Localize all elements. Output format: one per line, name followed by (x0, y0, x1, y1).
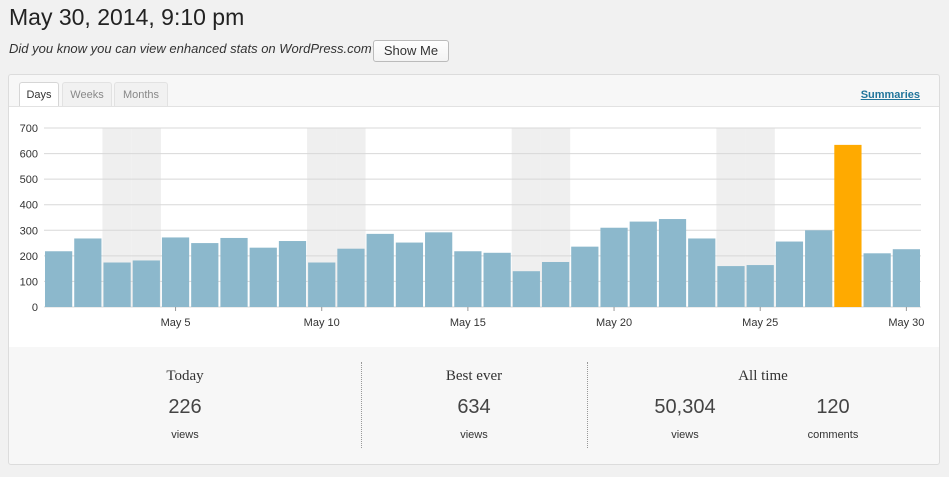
stats-summary: Today 226 views Best ever 634 views All … (9, 347, 939, 465)
today-unit: views (171, 429, 199, 441)
today-stat: Today 226 views (9, 347, 361, 465)
view-bar (278, 241, 307, 307)
y-tick-label: 700 (20, 123, 38, 135)
x-tick-label: May 5 (161, 317, 191, 329)
view-bar (483, 252, 511, 307)
view-bar (425, 232, 453, 307)
view-bar (512, 271, 540, 307)
view-bar (629, 221, 657, 307)
all-time-comments-unit: comments (807, 429, 859, 441)
view-bar (892, 249, 920, 307)
view-bar (366, 233, 394, 307)
view-bar (220, 237, 248, 307)
x-tick-label: May 25 (742, 317, 778, 329)
today-title: Today (166, 368, 204, 384)
all-time-stat: All time 50,304 views 120 comments (587, 347, 939, 465)
view-bar (191, 243, 219, 307)
view-bar (45, 251, 73, 307)
view-bar (775, 241, 804, 307)
view-bar (132, 260, 160, 307)
view-bar (600, 227, 628, 307)
best-ever-unit: views (460, 429, 488, 441)
view-bar (805, 230, 833, 307)
tab-weeks[interactable]: Weeks (62, 82, 112, 106)
page-title: May 30, 2014, 9:10 pm (9, 4, 245, 30)
view-bar (103, 262, 131, 307)
y-tick-label: 200 (20, 251, 38, 263)
view-bar (571, 246, 599, 307)
view-bar (717, 266, 745, 307)
x-tick-label: May 30 (888, 317, 924, 329)
view-bar (746, 265, 774, 307)
today-value: 226 (168, 396, 202, 418)
views-chart-area: 0 100 200 300 400 500 600 700 May 5 May 10 May 15 M… (9, 106, 939, 347)
view-bar (395, 242, 424, 307)
x-tick-label: May 10 (304, 317, 340, 329)
x-tick-label: May 20 (596, 317, 632, 329)
view-bar (658, 219, 687, 307)
best-ever-title: Best ever (445, 368, 503, 384)
view-bar (541, 261, 570, 307)
x-tick-label: May 15 (450, 317, 486, 329)
view-bar (863, 253, 891, 307)
view-bar (161, 237, 190, 307)
view-bar (249, 247, 277, 307)
stats-panel: Days Weeks Months Summaries 0 100 200 300 40… (8, 74, 940, 465)
y-tick-label: 600 (20, 149, 38, 161)
all-time-title: All time (738, 368, 788, 384)
all-time-views-value: 50,304 (654, 396, 716, 418)
view-bar (688, 238, 716, 307)
y-tick-label: 100 (20, 276, 38, 288)
view-bar (337, 248, 365, 307)
view-bar (834, 144, 862, 307)
view-bar (308, 262, 336, 307)
show-me-button[interactable]: Show Me (373, 40, 449, 62)
views-bar-chart: 0 100 200 300 400 500 600 700 May 5 May 10 May 15 M… (20, 123, 925, 329)
tab-days[interactable]: Days (19, 82, 59, 107)
summaries-link[interactable]: Summaries (861, 89, 920, 101)
view-bar (454, 251, 482, 307)
view-bar (74, 238, 102, 307)
best-ever-value: 634 (457, 396, 491, 418)
y-tick-label: 0 (32, 302, 38, 314)
y-tick-label: 500 (20, 174, 38, 186)
all-time-views-unit: views (671, 429, 699, 441)
y-tick-label: 300 (20, 225, 38, 237)
y-tick-label: 400 (20, 200, 38, 212)
all-time-comments-value: 120 (816, 396, 850, 418)
enhanced-stats-promo: Did you know you can view enhanced stats… (9, 41, 379, 56)
best-ever-stat: Best ever 634 views (361, 347, 587, 465)
tab-months[interactable]: Months (114, 82, 168, 106)
